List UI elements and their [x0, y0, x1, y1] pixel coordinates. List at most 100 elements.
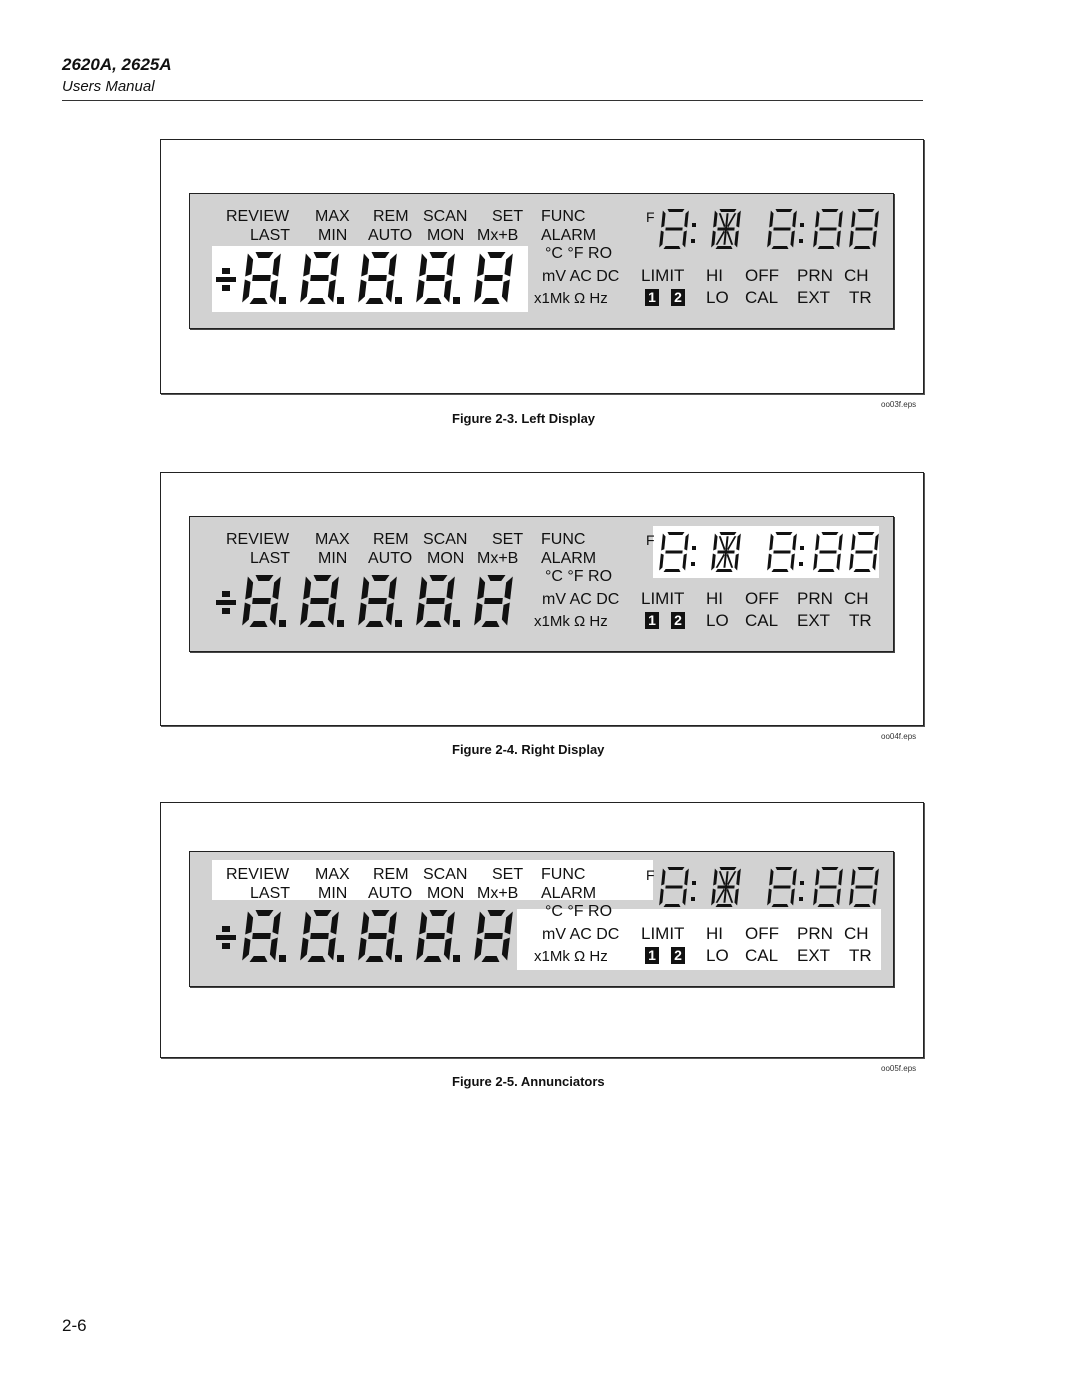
segment — [790, 888, 795, 906]
segment — [715, 569, 733, 572]
segment — [874, 210, 879, 228]
annunciator-ext: EXT — [797, 611, 831, 630]
segment — [249, 298, 268, 304]
segment — [775, 532, 793, 535]
segment — [855, 227, 873, 231]
annunciator-limit: LIMIT — [641, 266, 685, 285]
annunciator-set: SET — [492, 531, 524, 548]
segment — [853, 904, 871, 907]
segment — [682, 230, 687, 248]
segment — [726, 553, 734, 568]
segment — [272, 911, 281, 935]
segment — [713, 868, 718, 886]
decimal-point — [279, 955, 286, 962]
annunciator-prn: PRN — [797, 266, 833, 285]
annunciator-review: REVIEW — [226, 531, 290, 548]
segment — [426, 275, 445, 281]
segment — [307, 621, 326, 627]
annunciator-hi: HI — [706, 589, 723, 608]
annunciator-hi: HI — [706, 266, 723, 285]
segment — [769, 210, 774, 228]
segment — [717, 227, 735, 231]
segment — [711, 553, 716, 571]
segment — [713, 533, 718, 551]
segment — [474, 279, 483, 303]
colon-dot — [692, 223, 696, 227]
page-header-subtitle: Users Manual — [62, 78, 155, 95]
annunciator-scan: SCAN — [423, 866, 468, 883]
colon-dot — [691, 897, 695, 901]
annunciator-func: FUNC — [541, 531, 586, 548]
segment — [711, 230, 716, 248]
segment — [836, 553, 841, 571]
figure-caption: Figure 2-3. Left Display — [452, 411, 596, 426]
segment — [819, 550, 837, 554]
segment — [252, 598, 271, 604]
annunciator-auto: AUTO — [368, 885, 413, 902]
annunciator-cal: CAL — [745, 611, 779, 630]
segment — [736, 210, 741, 228]
annunciator-max: MAX — [315, 866, 350, 883]
segment — [371, 910, 390, 916]
segment — [767, 888, 772, 906]
segment — [667, 209, 685, 212]
colon-dot — [800, 223, 804, 227]
annunciator-channel-1: 1 — [645, 612, 659, 629]
annunciator-mxb: Mx+B — [477, 885, 519, 902]
segment — [665, 227, 683, 231]
segment — [423, 298, 442, 304]
lcd-panel: REVIEW LAST MAX MIN REM AUTO SCAN MON SE… — [189, 516, 894, 652]
segment — [734, 553, 739, 571]
segment — [775, 209, 793, 212]
segment — [303, 253, 312, 277]
figure-right-display: REVIEW LAST MAX MIN REM AUTO SCAN MON SE… — [160, 472, 924, 726]
annunciator-last: LAST — [250, 885, 291, 902]
segment — [717, 885, 735, 889]
segment — [773, 550, 791, 554]
segment — [736, 533, 741, 551]
segment — [313, 910, 332, 916]
segment — [713, 210, 718, 228]
segment — [443, 279, 452, 303]
segment — [361, 911, 370, 935]
segment — [792, 210, 797, 228]
figure-caption: Figure 2-5. Annunciators — [452, 1074, 605, 1089]
decimal-point — [279, 297, 286, 304]
segment — [368, 933, 387, 939]
segment — [242, 602, 251, 626]
segment — [665, 885, 683, 889]
annunciator-lo: LO — [706, 611, 729, 630]
segment — [727, 871, 737, 886]
segment — [330, 911, 339, 935]
segment — [817, 569, 835, 572]
segment — [855, 885, 873, 889]
colon-dot — [799, 897, 803, 901]
segment — [719, 209, 737, 212]
colon-dot — [800, 881, 804, 885]
segment — [484, 275, 503, 281]
segment — [719, 532, 737, 535]
segment — [361, 576, 370, 600]
annunciator-set: SET — [492, 208, 524, 225]
decimal-point — [453, 620, 460, 627]
decimal-point — [395, 620, 402, 627]
annunciator-prn: PRN — [797, 924, 833, 943]
segment — [249, 956, 268, 962]
annunciator-mon: MON — [427, 227, 465, 244]
segment — [715, 904, 733, 907]
segment — [446, 253, 455, 277]
segment — [242, 279, 251, 303]
figure-annunciators: REVIEW LAST MAX MIN REM AUTO SCAN MON SE… — [160, 802, 924, 1058]
colon-dot — [692, 881, 696, 885]
segment — [874, 533, 879, 551]
segment — [773, 885, 791, 889]
segment — [504, 253, 513, 277]
segment — [771, 904, 789, 907]
segment — [711, 888, 716, 906]
segment — [269, 602, 278, 626]
segment — [872, 888, 877, 906]
annunciator-rem: REM — [373, 208, 409, 225]
segment — [371, 575, 390, 581]
annunciator-ch: CH — [844, 589, 869, 608]
segment — [245, 911, 254, 935]
